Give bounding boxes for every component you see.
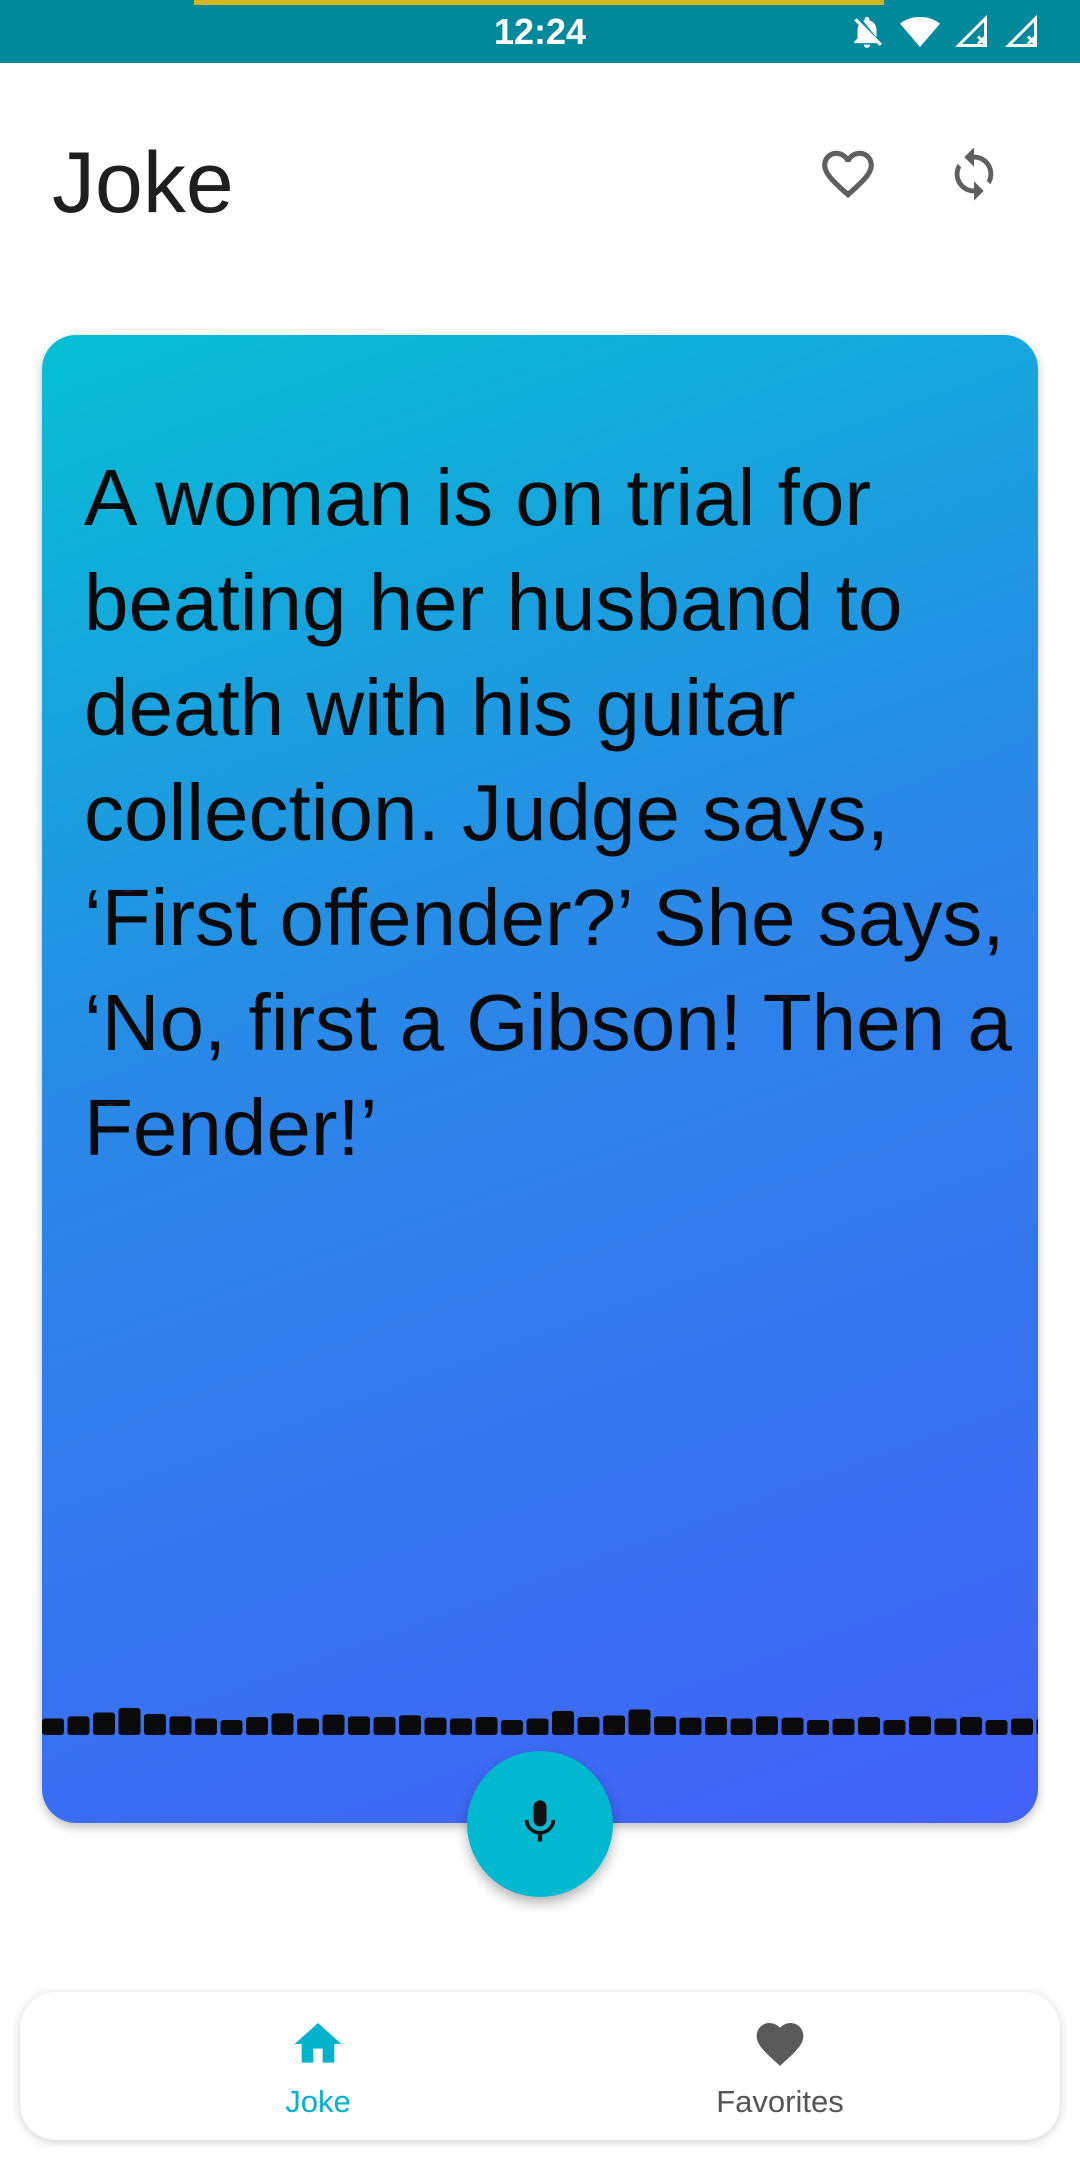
wifi-icon [900, 14, 940, 50]
refresh-button[interactable] [938, 140, 1010, 212]
waveform-bar [781, 1717, 804, 1735]
waveform-bar [909, 1716, 931, 1735]
waveform-bar [501, 1720, 523, 1735]
joke-card: A woman is on trial for beating her husb… [42, 335, 1038, 1823]
waveform-bar [118, 1708, 141, 1735]
waveform-bar [883, 1720, 906, 1735]
waveform-bar [399, 1715, 421, 1735]
signal-no-data-icon [1004, 14, 1040, 50]
signal-no-data-icon [954, 14, 990, 50]
waveform-bar [297, 1718, 319, 1735]
notifications-off-icon [848, 13, 886, 51]
waveform-bar [654, 1716, 676, 1735]
nav-item-favorites[interactable]: Favorites [620, 1992, 940, 2140]
nav-item-joke[interactable]: Joke [158, 1992, 478, 2140]
waveform-bar [220, 1720, 243, 1735]
refresh-icon [945, 145, 1003, 207]
waveform-bar [271, 1713, 294, 1735]
waveform-bar [756, 1716, 778, 1735]
waveform-bar [144, 1714, 166, 1735]
waveform-bar [195, 1718, 217, 1735]
heart-filled-icon [751, 2016, 809, 2072]
waveform-bar [424, 1717, 447, 1735]
waveform-bar [628, 1709, 651, 1735]
microphone-icon [514, 1796, 566, 1852]
waveform-bar [373, 1717, 396, 1735]
waveform-bar [730, 1718, 753, 1735]
waveform-bar [960, 1717, 982, 1735]
status-bar: 12:24 [0, 0, 1080, 63]
home-icon [290, 2016, 346, 2072]
waveform-bar [322, 1714, 345, 1735]
waveform-bar [1011, 1718, 1033, 1735]
waveform-bar [858, 1717, 880, 1735]
page-title: Joke [52, 135, 234, 231]
joke-text: A woman is on trial for beating her husb… [84, 453, 1012, 1172]
waveform-bar [1036, 1718, 1038, 1735]
waveform-bar [475, 1717, 498, 1735]
waveform-bar [93, 1712, 115, 1735]
waveform-bar [169, 1716, 192, 1735]
waveform-bar [832, 1718, 855, 1735]
microphone-button[interactable] [467, 1751, 613, 1897]
waveform-bar [552, 1711, 574, 1735]
waveform-bar [603, 1715, 625, 1735]
audio-waveform [42, 1708, 1038, 1735]
status-progress-bar [194, 0, 884, 5]
waveform-bar [67, 1716, 90, 1735]
waveform-bar [985, 1720, 1008, 1735]
waveform-bar [348, 1716, 370, 1735]
nav-item-label: Joke [285, 2084, 351, 2119]
nav-item-label: Favorites [716, 2084, 844, 2119]
waveform-bar [526, 1718, 549, 1735]
heart-outline-icon [817, 143, 879, 209]
waveform-bar [42, 1718, 64, 1735]
waveform-bar [577, 1717, 600, 1735]
waveform-bar [807, 1720, 829, 1735]
bottom-navigation: Joke Favorites [20, 1992, 1060, 2140]
waveform-bar [705, 1717, 727, 1735]
status-icons [848, 12, 1040, 52]
waveform-bar [450, 1718, 472, 1735]
waveform-bar [934, 1718, 957, 1735]
waveform-bar [246, 1717, 268, 1735]
favorite-button[interactable] [812, 140, 884, 212]
waveform-bar [679, 1717, 702, 1735]
